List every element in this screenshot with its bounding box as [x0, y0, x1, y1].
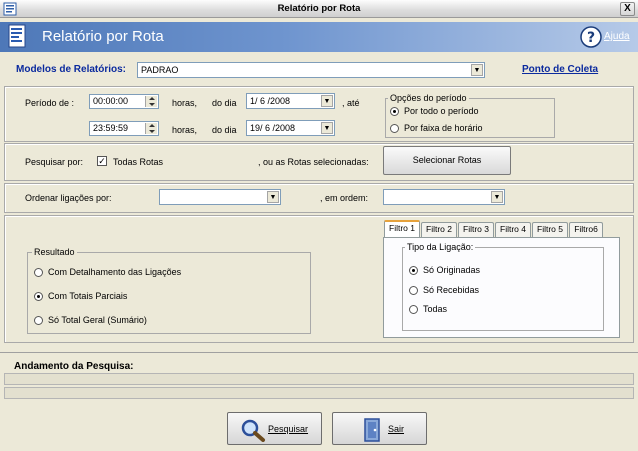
pesquisar-button-label: Pesquisar [268, 424, 309, 434]
todas-rotas-checkbox[interactable]: ✓ [97, 156, 107, 166]
chevron-down-icon[interactable]: ▼ [321, 95, 333, 107]
chevron-down-icon[interactable]: ▼ [471, 64, 483, 76]
opcoes-title: Opções do período [388, 93, 469, 103]
radio-todas[interactable] [409, 305, 418, 314]
radio-so-originadas[interactable] [409, 266, 418, 275]
horas-label: horas, [172, 98, 198, 108]
radio-so-recebidas[interactable] [409, 286, 418, 295]
pesquisar-button[interactable]: Pesquisar [227, 412, 322, 445]
help-link[interactable]: Ajuda [604, 31, 630, 42]
exit-door-icon [364, 418, 380, 442]
start-date-value: 1/ 6 /2008 [250, 96, 291, 106]
start-date-picker[interactable]: 1/ 6 /2008 ▼ [246, 93, 335, 109]
close-button[interactable]: X [620, 2, 635, 16]
header-banner: Relatório por Rota ? Ajuda [0, 22, 638, 52]
report-icon [8, 24, 26, 48]
resultado-title: Resultado [32, 247, 77, 257]
tab-filtro-4[interactable]: Filtro 4 [495, 222, 531, 237]
ordem-label: , em ordem: [320, 193, 369, 203]
radio-totais-parciais[interactable] [34, 292, 43, 301]
radio-faixa-horario-label[interactable]: Por faixa de horário [404, 123, 483, 133]
start-time-value: 00:00:00 [93, 96, 129, 106]
banner-title: Relatório por Rota [42, 28, 164, 45]
ordenar-select[interactable]: ▼ [159, 189, 281, 205]
end-time-input[interactable]: 23:59:59 [89, 121, 159, 136]
end-date-picker[interactable]: 19/ 6 /2008 ▼ [246, 120, 335, 136]
tab-filtro-3[interactable]: Filtro 3 [458, 222, 494, 237]
tab-filtro-6[interactable]: Filtro6 [569, 222, 603, 237]
do-dia-label: do dia [212, 125, 237, 135]
tab-filtro-1[interactable]: Filtro 1 [384, 220, 420, 237]
selecionar-rotas-button[interactable]: Selecionar Rotas [383, 146, 511, 175]
tab-filtro-5[interactable]: Filtro 5 [532, 222, 568, 237]
window-title: Relatório por Rota [277, 3, 361, 14]
horas-label: horas, [172, 125, 198, 135]
title-bar: Relatório por Rota X [0, 0, 638, 18]
spinner-icon[interactable] [145, 123, 157, 134]
sair-button-label: Sair [388, 424, 405, 434]
end-time-value: 23:59:59 [93, 123, 129, 133]
radio-so-recebidas-label[interactable]: Só Recebidas [423, 285, 479, 295]
chevron-down-icon[interactable]: ▼ [491, 191, 503, 203]
andamento-label: Andamento da Pesquisa: [14, 361, 134, 372]
rotas-selecionadas-label: , ou as Rotas selecionadas: [258, 157, 369, 167]
chevron-down-icon[interactable]: ▼ [321, 122, 333, 134]
radio-total-geral[interactable] [34, 316, 43, 325]
end-date-value: 19/ 6 /2008 [250, 123, 296, 133]
ordem-select[interactable]: ▼ [383, 189, 505, 205]
ponto-de-coleta-link[interactable]: Ponto de Coleta [522, 64, 598, 75]
radio-todo-periodo[interactable] [390, 107, 399, 116]
tab-filtro-2[interactable]: Filtro 2 [421, 222, 457, 237]
tipo-ligacao-title: Tipo da Ligação: [405, 242, 476, 252]
ordenar-label: Ordenar ligações por: [25, 193, 112, 203]
help-icon[interactable]: ? [580, 26, 602, 48]
status-bar [4, 387, 634, 399]
ate-label: , até [342, 98, 360, 108]
radio-todo-periodo-label[interactable]: Por todo o período [404, 106, 479, 116]
todas-rotas-label[interactable]: Todas Rotas [113, 157, 163, 167]
chevron-down-icon[interactable]: ▼ [267, 191, 279, 203]
modelos-select[interactable]: PADRAO ▼ [137, 62, 485, 78]
modelos-label: Modelos de Relatórios: [16, 64, 127, 75]
svg-text:?: ? [587, 30, 595, 46]
radio-detalhamento[interactable] [34, 268, 43, 277]
periodo-label: Período de : [25, 98, 75, 108]
sair-button[interactable]: Sair [332, 412, 427, 445]
radio-total-geral-label[interactable]: Só Total Geral (Sumário) [48, 315, 147, 325]
radio-detalhamento-label[interactable]: Com Detalhamento das Ligações [48, 267, 181, 277]
magnifier-icon [241, 419, 265, 442]
spinner-icon[interactable] [145, 96, 157, 107]
radio-so-originadas-label[interactable]: Só Originadas [423, 265, 480, 275]
start-time-input[interactable]: 00:00:00 [89, 94, 159, 109]
radio-totais-parciais-label[interactable]: Com Totais Parciais [48, 291, 127, 301]
divider [0, 352, 638, 353]
progress-bar [4, 373, 634, 385]
do-dia-label: do dia [212, 98, 237, 108]
radio-todas-label[interactable]: Todas [423, 304, 447, 314]
modelos-value: PADRAO [141, 65, 179, 75]
radio-faixa-horario[interactable] [390, 124, 399, 133]
pesquisar-label: Pesquisar por: [25, 157, 84, 167]
